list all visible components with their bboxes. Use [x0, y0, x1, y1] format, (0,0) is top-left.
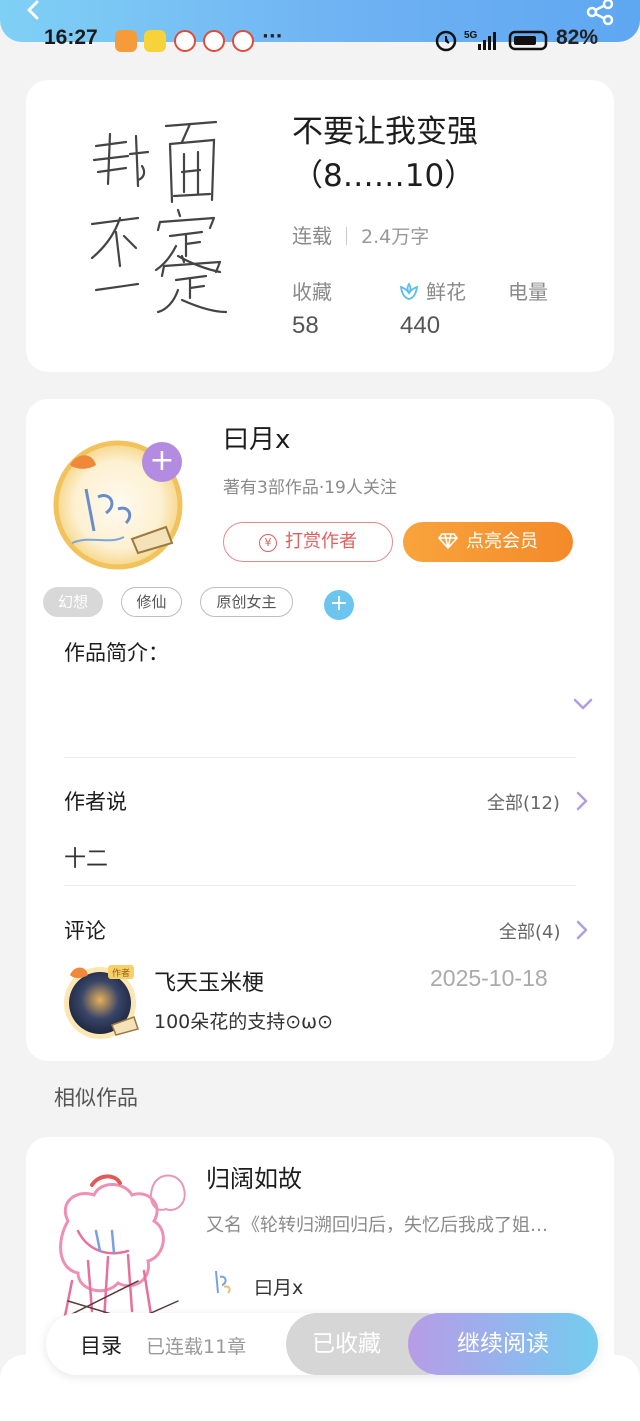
chevron-right-icon[interactable] — [576, 920, 588, 940]
author-meta: 著有3部作品·19人关注 — [223, 478, 397, 498]
battery-percent: 82% — [556, 26, 599, 49]
author-says-all-link[interactable]: 全部(12) — [487, 789, 560, 815]
vip-button[interactable]: 点亮会员 — [403, 522, 573, 562]
author-name[interactable]: 曰月x — [223, 419, 290, 456]
comments-title: 评论 — [64, 919, 106, 943]
book-cover[interactable] — [86, 106, 236, 316]
continue-reading-button[interactable]: 继续阅读 — [408, 1313, 598, 1375]
flowers-label: 鲜花 — [426, 280, 466, 304]
divider — [64, 885, 576, 886]
comment-text: 100朵花的支持⊙ω⊙ — [154, 1011, 334, 1033]
system-status-icons: 5G — [435, 30, 548, 52]
book-info-card: 不要让我变强 （8……10） 连载 2.4万字 收藏 58 鲜花 440 电量 — [26, 80, 614, 372]
energy-label[interactable]: 电量 — [508, 276, 548, 305]
network-label: 5G — [464, 30, 478, 41]
author-says-title: 作者说 — [64, 790, 127, 814]
app-notification-icon — [115, 30, 137, 52]
diamond-icon — [437, 533, 459, 550]
author-avatar-small — [215, 1270, 231, 1294]
intro-title: 作品简介： — [64, 641, 169, 665]
flowers-stat[interactable]: 鲜花 — [398, 276, 466, 305]
tag-xianxia[interactable]: 修仙 — [121, 587, 182, 617]
word-count: 2.4万字 — [361, 226, 430, 248]
favorites-value: 58 — [292, 312, 319, 339]
vip-label: 点亮会员 — [466, 531, 538, 552]
weibo-icon — [232, 30, 254, 52]
status-time: 16:27 — [44, 26, 98, 49]
comments-all-link[interactable]: 全部(4) — [499, 918, 561, 944]
comment-date: 2025-10-18 — [430, 965, 548, 991]
book-title: 不要让我变强 — [292, 114, 478, 150]
flowers-value: 440 — [400, 312, 441, 339]
back-icon[interactable] — [22, 0, 46, 24]
toc-button[interactable]: 目录 — [80, 1330, 122, 1360]
weibo-icon — [203, 30, 225, 52]
weibo-icon — [174, 30, 196, 52]
similar-work-title[interactable]: 归阔如故 — [206, 1159, 302, 1194]
add-tag-button[interactable]: + — [324, 590, 354, 620]
yuan-coin-icon: ¥ — [259, 534, 277, 552]
similar-work-author[interactable]: 曰月x — [254, 1273, 303, 1300]
share-icon[interactable] — [584, 0, 616, 26]
chevron-down-icon[interactable] — [572, 697, 594, 711]
meta-divider — [346, 227, 347, 245]
chevron-right-icon[interactable] — [576, 791, 588, 811]
chapter-count: 已连载11章 — [146, 1336, 247, 1358]
author-card: + 曰月x 著有3部作品·19人关注 ¥ 打赏作者 点亮会员 幻想 修仙 原创女主… — [26, 399, 614, 1061]
commenter-badge: 作者 — [112, 967, 130, 979]
reward-author-button[interactable]: ¥ 打赏作者 — [223, 522, 393, 562]
author-says-text: 十二 — [64, 847, 109, 872]
book-meta: 连载 2.4万字 — [292, 220, 429, 249]
reward-author-label: 打赏作者 — [285, 531, 357, 552]
bottom-action-bar: 目录 已连载11章 已收藏 继续阅读 — [46, 1313, 598, 1375]
similar-work-alias: 又名《轮转归溯回归后，失忆后我成了姐… — [206, 1215, 548, 1236]
flower-icon — [399, 282, 419, 300]
serial-status: 连载 — [292, 224, 332, 248]
follow-author-button[interactable]: + — [142, 442, 182, 482]
app-notification-icon — [144, 30, 166, 52]
more-notifications: ··· — [262, 26, 283, 47]
commenter-avatar[interactable]: 作者 — [60, 961, 140, 1043]
tag-original-heroine[interactable]: 原创女主 — [200, 587, 293, 617]
similar-works-title: 相似作品 — [54, 1086, 138, 1110]
favorites-label: 收藏 — [292, 280, 332, 304]
book-title-suffix: （8……10） — [292, 158, 476, 194]
tag-fantasy[interactable]: 幻想 — [43, 587, 103, 617]
status-bar: 16:27 ··· 5G 82% — [0, 26, 640, 54]
divider — [64, 757, 576, 758]
commenter-name[interactable]: 飞天玉米梗 — [154, 965, 264, 997]
